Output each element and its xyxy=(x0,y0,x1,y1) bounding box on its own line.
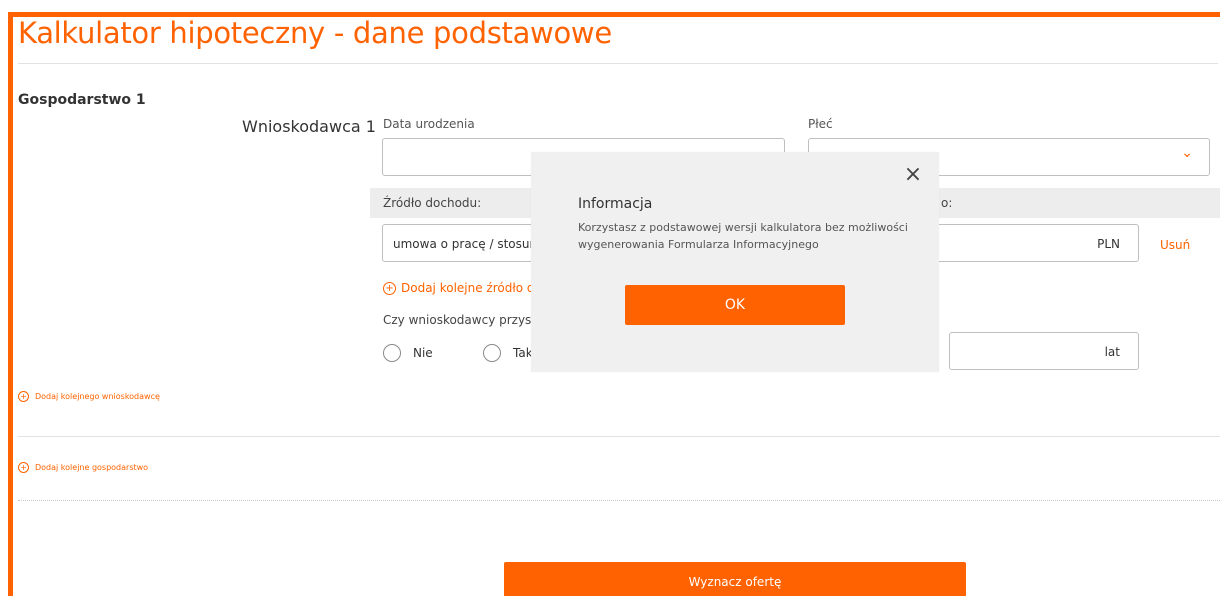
page-title: Kalkulator hipoteczny - dane podstawowe xyxy=(18,16,612,50)
income-source-label: Źródło dochodu: xyxy=(383,196,482,210)
close-icon[interactable]: × xyxy=(902,164,924,186)
add-household-link[interactable]: + Dodaj kolejne gospodarstwo xyxy=(18,462,148,473)
modal-body: Korzystasz z podstawowej wersji kalkulat… xyxy=(578,221,908,251)
dotted-divider xyxy=(18,500,1220,501)
radio-yes[interactable] xyxy=(483,344,501,362)
radio-yes-label: Tak xyxy=(513,346,533,360)
add-income-source-link[interactable]: + Dodaj kolejne źródło do xyxy=(383,281,542,295)
applicant-label: Wnioskodawca 1 xyxy=(242,117,376,136)
section-divider xyxy=(18,436,1220,437)
plus-circle-icon: + xyxy=(18,391,29,402)
calculate-offer-button[interactable]: Wyznacz ofertę xyxy=(504,562,966,596)
radio-no[interactable] xyxy=(383,344,401,362)
plus-circle-icon: + xyxy=(383,282,396,295)
modal-title: Informacja xyxy=(578,196,653,212)
income-source-select[interactable]: umowa o pracę / stosun xyxy=(382,224,552,262)
brand-frame-left xyxy=(8,12,13,596)
radio-no-label: Nie xyxy=(413,346,433,360)
add-applicant-link[interactable]: + Dodaj kolejnego wnioskodawcę xyxy=(18,391,160,402)
plus-circle-icon: + xyxy=(18,462,29,473)
modal-ok-button[interactable]: OK xyxy=(625,285,845,325)
years-input[interactable]: lat xyxy=(949,332,1139,370)
birth-date-label: Data urodzenia xyxy=(383,117,475,131)
title-divider xyxy=(18,63,1218,64)
currency-label: PLN xyxy=(1097,237,1120,251)
add-applicant-label: Dodaj kolejnego wnioskodawcę xyxy=(35,392,160,401)
add-household-label: Dodaj kolejne gospodarstwo xyxy=(35,463,149,472)
income-amount-label: o: xyxy=(941,196,953,210)
question-label: Czy wnioskodawcy przysłu xyxy=(383,313,543,327)
info-modal: × Informacja Korzystasz z podstawowej we… xyxy=(531,152,939,372)
add-income-source-label: Dodaj kolejne źródło do xyxy=(401,281,542,295)
income-source-value: umowa o pracę / stosun xyxy=(393,237,538,251)
household-label: Gospodarstwo 1 xyxy=(18,92,146,108)
gender-label: Płeć xyxy=(808,117,833,131)
remove-income-link[interactable]: Usuń xyxy=(1160,238,1190,252)
chevron-down-icon: ⌄ xyxy=(1181,145,1193,161)
years-unit-label: lat xyxy=(1104,345,1120,359)
